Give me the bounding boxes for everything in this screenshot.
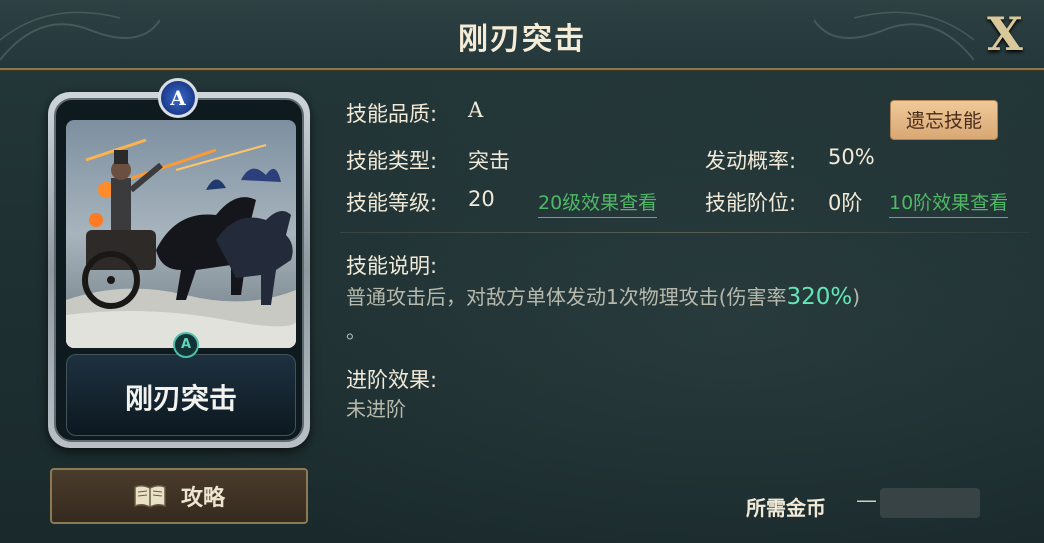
card-emblem-icon: A: [173, 332, 199, 358]
damage-rate-highlight: 320%: [786, 284, 853, 310]
quality-label: 技能品质:: [346, 102, 438, 126]
type-value: 突击: [468, 149, 510, 173]
grade-badge: A: [158, 78, 198, 118]
description-text: 普通攻击后，对敌方单体发动1次物理攻击(伤害率320%): [346, 282, 1026, 312]
card-frame: A 刚刃突击: [54, 98, 304, 442]
tier-label: 技能阶位:: [705, 191, 797, 215]
trigger-rate-value: 50%: [828, 145, 875, 169]
type-label: 技能类型:: [346, 149, 438, 173]
book-icon: [134, 484, 166, 508]
forget-skill-button[interactable]: 遗忘技能: [890, 100, 998, 140]
gold-cost-value: —: [856, 488, 877, 512]
description-text-main: 普通攻击后，对敌方单体发动1次物理攻击(伤害率: [346, 285, 787, 309]
guide-label: 攻略: [180, 486, 225, 511]
quality-value: A: [468, 98, 484, 122]
skill-card: A A 刚刃突击: [48, 78, 310, 448]
guide-button[interactable]: 攻略: [50, 468, 308, 524]
header-bar: 刚刃突击 X: [0, 0, 1044, 70]
description-title: 技能说明:: [346, 254, 438, 278]
advance-title: 进阶效果:: [346, 368, 438, 392]
divider: [340, 232, 1030, 233]
skill-detail-panel: 刚刃突击 X A A 刚刃突击 攻略 技能品质: A 遗忘技能 技能类型: 突击…: [0, 0, 1044, 543]
gold-cost-redacted: [880, 488, 980, 518]
tier-effect-link[interactable]: 10阶效果查看: [889, 188, 1009, 218]
description-text-line2: 。: [346, 319, 366, 343]
description-text-end: ): [852, 285, 861, 309]
level-effect-link[interactable]: 20级效果查看: [538, 188, 658, 218]
level-value: 20: [468, 187, 495, 211]
card-name-plate: 刚刃突击: [66, 354, 296, 436]
page-title: 刚刃突击: [458, 22, 586, 57]
close-button[interactable]: X: [980, 8, 1030, 60]
skill-artwork: [66, 120, 296, 348]
card-name: 刚刃突击: [124, 382, 237, 415]
tier-value: 0阶: [828, 191, 863, 215]
advance-value: 未进阶: [346, 397, 406, 421]
level-label: 技能等级:: [346, 191, 438, 215]
gold-cost-label: 所需金币: [746, 496, 826, 520]
trigger-rate-label: 发动概率:: [705, 149, 797, 173]
